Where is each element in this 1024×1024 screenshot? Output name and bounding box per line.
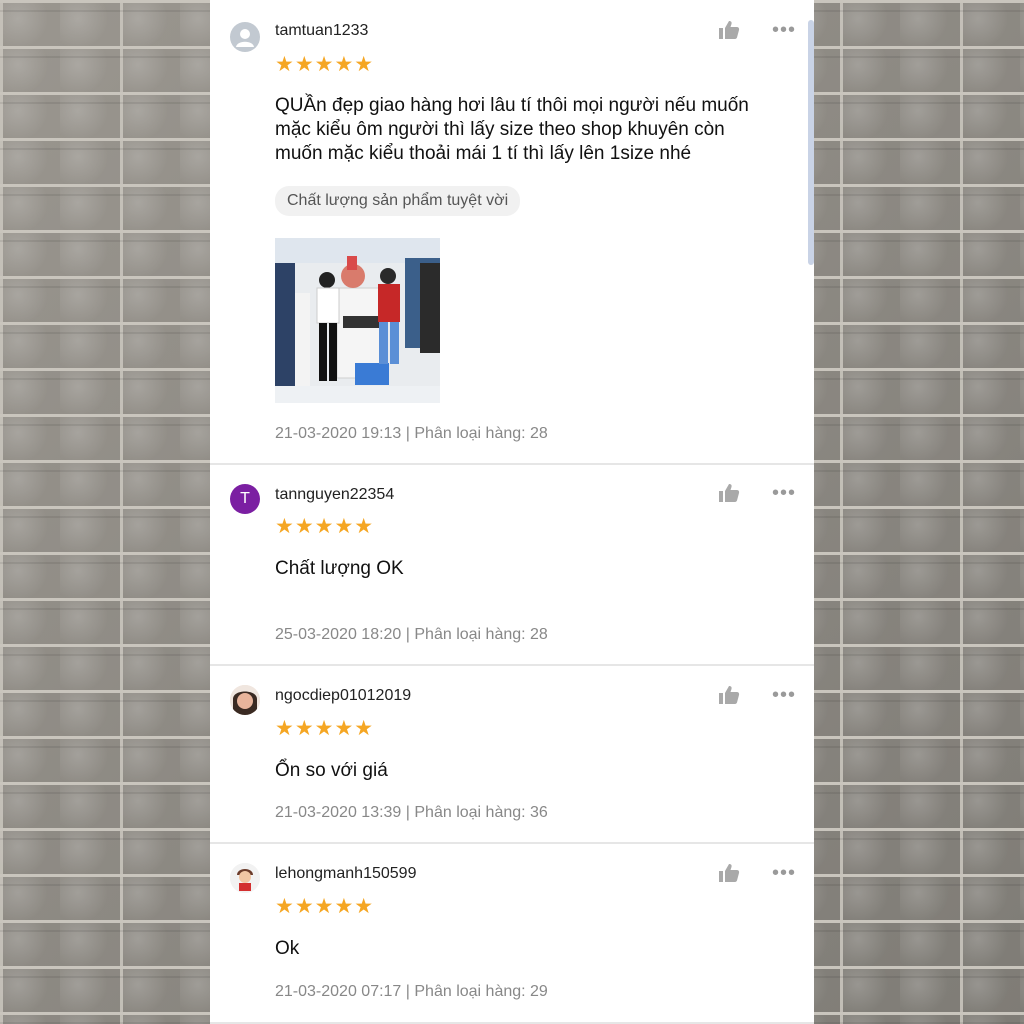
review-comment: QUẦn đẹp giao hàng hơi lâu tí thôi mọi n…	[275, 94, 795, 166]
more-options-icon[interactable]: •••	[772, 863, 796, 883]
review-meta: 21-03-2020 13:39 | Phân loại hàng: 36	[275, 804, 548, 821]
review-photo[interactable]	[275, 238, 440, 403]
review-meta: 21-03-2020 07:17 | Phân loại hàng: 29	[275, 983, 548, 1000]
review-comment: Chất lượng OK	[275, 558, 404, 579]
username[interactable]: lehongmanh150599	[275, 865, 416, 883]
avatar-letter: T	[240, 490, 250, 507]
cartoon-avatar-icon	[230, 863, 260, 893]
username[interactable]: ngocdiep01012019	[275, 687, 411, 705]
star-rating-text: ★★★★★	[275, 515, 375, 538]
review-comment-line: mặc kiểu ôm người thì lấy size theo shop…	[275, 119, 725, 140]
thumbs-up-icon[interactable]	[718, 863, 740, 883]
review-meta: 25-03-2020 18:20 | Phân loại hàng: 28	[275, 626, 548, 643]
product-photo-image	[275, 238, 440, 403]
avatar[interactable]	[230, 863, 260, 893]
thumbs-up-icon[interactable]	[718, 685, 740, 705]
review-item: lehongmanh150599 ••• ★★★★★ Ok 21-03-2020…	[210, 844, 814, 1024]
star-rating: ★★★★★	[275, 514, 374, 539]
more-options-icon[interactable]: •••	[772, 685, 796, 705]
thumbs-up-icon[interactable]	[718, 20, 740, 40]
avatar[interactable]	[230, 22, 260, 52]
username[interactable]: tannguyen22354	[275, 486, 394, 504]
star-rating-text: ★★★★★	[275, 717, 375, 740]
star-rating: ★★★★★	[275, 52, 374, 77]
brick-wall-background-left	[0, 0, 210, 1024]
avatar[interactable]	[230, 685, 260, 715]
review-tag: Chất lượng sản phẩm tuyệt vời	[275, 186, 521, 216]
username[interactable]: tamtuan1233	[275, 22, 368, 40]
star-rating-text: ★★★★★	[275, 53, 375, 76]
review-comment: Ok	[275, 938, 300, 959]
thumbs-up-icon[interactable]	[718, 483, 740, 503]
review-meta: 21-03-2020 19:13 | Phân loại hàng: 28	[275, 425, 548, 442]
profile-photo-icon	[230, 685, 260, 715]
star-rating-text: ★★★★★	[275, 895, 375, 918]
star-rating: ★★★★★	[275, 894, 374, 919]
reviews-panel: tamtuan1233 ••• ★★★★★ QUẦn đẹp giao hàng…	[210, 0, 814, 1024]
avatar[interactable]: T	[230, 484, 260, 514]
review-comment: Ổn so với giá	[275, 760, 388, 781]
star-rating: ★★★★★	[275, 716, 374, 741]
review-comment-line: muốn mặc kiểu thoải mái 1 tí thì lấy lên…	[275, 143, 692, 164]
review-item: T tannguyen22354 ••• ★★★★★ Chất lượng OK…	[210, 465, 814, 666]
review-item: tamtuan1233 ••• ★★★★★ QUẦn đẹp giao hàng…	[210, 0, 814, 465]
brick-wall-background-right	[814, 0, 1024, 1024]
person-icon	[236, 29, 254, 47]
review-item: ngocdiep01012019 ••• ★★★★★ Ổn so với giá…	[210, 666, 814, 844]
more-options-icon[interactable]: •••	[772, 483, 796, 503]
more-options-icon[interactable]: •••	[772, 20, 796, 40]
review-comment-line: QUẦn đẹp giao hàng hơi lâu tí thôi mọi n…	[275, 95, 749, 116]
